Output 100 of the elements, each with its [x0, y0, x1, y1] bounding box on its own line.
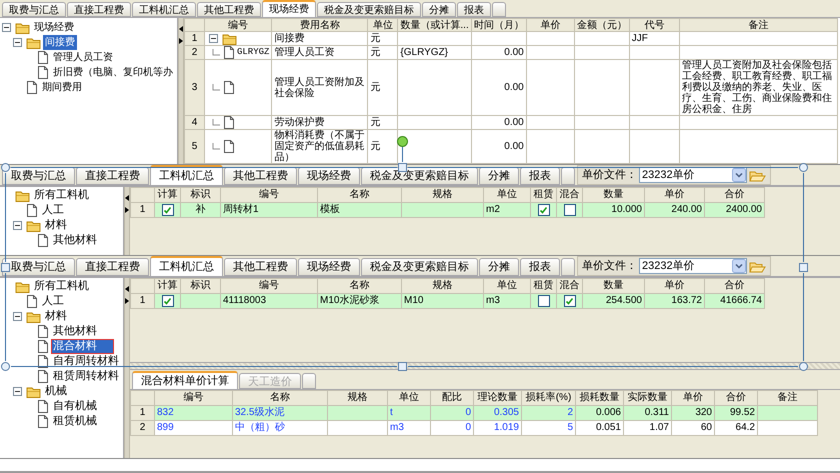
tree-item[interactable]: 折旧费（电脑、复印机等办 — [51, 65, 175, 80]
checkbox[interactable] — [564, 294, 576, 307]
column-header[interactable]: 规格 — [328, 390, 388, 406]
table-row[interactable]: 2 899 中（粗）砂 m3 0 1.019 5 0.051 1.07 60 64.2 — [130, 420, 818, 436]
resize-handle[interactable] — [398, 362, 407, 371]
arrow-left-icon[interactable] — [179, 26, 183, 32]
blank-tab[interactable] — [302, 373, 316, 389]
column-header[interactable]: 单位 — [484, 278, 530, 294]
arrow-right-icon[interactable] — [125, 298, 129, 304]
column-header[interactable]: 规格 — [402, 188, 484, 202]
tab[interactable]: 税金及变更索赔目标 — [361, 258, 478, 276]
checkbox[interactable] — [538, 294, 550, 307]
resize-handle[interactable] — [799, 263, 808, 272]
column-header[interactable]: 租赁 — [530, 188, 556, 202]
tree-item[interactable]: 现场经费 — [32, 20, 76, 35]
row-number[interactable]: 1 — [130, 202, 154, 218]
column-header[interactable]: 标识 — [180, 278, 220, 294]
caret-icon[interactable] — [732, 168, 746, 182]
tree-item[interactable]: 机械 — [43, 384, 69, 399]
column-header[interactable]: 规格 — [402, 278, 484, 294]
tab[interactable]: 报表 — [520, 167, 560, 185]
blank-tab[interactable] — [561, 167, 575, 185]
tab[interactable]: 工料机汇总 — [150, 256, 223, 276]
column-header[interactable]: 金额（元） — [574, 18, 630, 32]
resize-handle[interactable] — [1, 263, 10, 272]
column-header[interactable]: 备注 — [758, 390, 818, 406]
tab[interactable]: 取费与汇总 — [2, 2, 66, 17]
arrow-right-icon[interactable] — [179, 38, 183, 44]
row-number[interactable]: 5 — [184, 130, 204, 164]
row-number[interactable]: 1 — [130, 406, 154, 420]
table-row[interactable]: 1 832 32.5级水泥 t 0 0.305 2 0.006 0.311 320 99.52 — [130, 406, 818, 420]
collapse-toggle[interactable] — [13, 38, 22, 47]
row-number[interactable]: 2 — [130, 420, 154, 436]
column-header[interactable]: 合价 — [704, 188, 764, 202]
tree-item[interactable]: 租赁周转材料 — [51, 369, 121, 384]
row-number[interactable]: 1 — [184, 32, 204, 46]
column-header[interactable]: 备注 — [679, 18, 838, 32]
tab[interactable]: 现场经费 — [298, 258, 360, 276]
tree-item[interactable]: 混合材料 — [51, 339, 114, 354]
column-header[interactable]: 单价 — [644, 188, 704, 202]
collapse-toggle[interactable] — [13, 312, 22, 321]
checkbox[interactable] — [162, 204, 174, 216]
folder-open-icon[interactable] — [749, 168, 766, 182]
column-header[interactable]: 配比 — [430, 390, 474, 406]
checkbox[interactable] — [564, 204, 576, 216]
tab[interactable]: 现场经费 — [298, 167, 360, 185]
column-header[interactable]: 计算 — [154, 188, 180, 202]
column-header[interactable]: 数量 — [582, 278, 644, 294]
tab[interactable]: 报表 — [520, 258, 560, 276]
column-header[interactable]: 单位 — [484, 188, 530, 202]
arrow-right-icon[interactable] — [125, 207, 129, 213]
row-number[interactable]: 3 — [184, 60, 204, 116]
column-header[interactable]: 单价 — [672, 390, 714, 406]
table-row[interactable]: 1 补 周转材1 模板 m2 10.000 240.00 2400.00 — [130, 202, 764, 218]
checkbox[interactable] — [162, 294, 174, 307]
arrow-left-icon[interactable] — [125, 286, 129, 292]
tab[interactable]: 分摊 — [479, 258, 519, 276]
column-header[interactable]: 合价 — [714, 390, 758, 406]
column-header[interactable]: 单价 — [526, 18, 574, 32]
tree-item[interactable]: 材料 — [43, 309, 69, 324]
arrow-left-icon[interactable] — [125, 195, 129, 201]
tree-item[interactable]: 人工 — [40, 294, 66, 309]
tab[interactable]: 取费与汇总 — [2, 167, 75, 185]
checkbox[interactable] — [538, 204, 550, 216]
column-header[interactable]: 费用名称 — [272, 18, 368, 32]
tab[interactable]: 其他工程费 — [224, 167, 297, 185]
tree-item[interactable]: 其他材料 — [51, 233, 99, 248]
tree-item[interactable]: 所有工料机 — [32, 279, 91, 294]
column-header[interactable]: 代号 — [629, 18, 680, 32]
tab[interactable]: 工料机汇总 — [132, 2, 196, 17]
column-header[interactable]: 数量（或计算... — [398, 18, 472, 32]
price-file-dropdown[interactable]: 23232单价 — [639, 258, 747, 274]
column-header[interactable]: 编号 — [154, 390, 232, 406]
collapse-toggle[interactable] — [2, 23, 11, 32]
column-header[interactable]: 标识 — [180, 188, 220, 202]
table-row[interactable]: 5 物料消耗费（不属于固定资产的低值易耗品） 元 0.00 — [184, 130, 838, 164]
price-file-dropdown[interactable]: 23232单价 — [639, 167, 747, 183]
tree-item[interactable]: 其他材料 — [51, 324, 99, 339]
tab[interactable]: 报表 — [457, 2, 491, 17]
tab[interactable]: 分摊 — [479, 167, 519, 185]
tab[interactable]: 直接工程费 — [76, 258, 149, 276]
column-header[interactable]: 损耗率(%) — [522, 390, 576, 406]
tree-item[interactable]: 租赁机械 — [51, 414, 99, 429]
column-header[interactable]: 理论数量 — [474, 390, 522, 406]
collapse-toggle[interactable] — [209, 34, 218, 43]
rotation-handle-stem[interactable] — [402, 147, 403, 162]
column-header[interactable]: 混合 — [556, 188, 582, 202]
column-header[interactable]: 名称 — [232, 390, 328, 406]
folder-open-icon[interactable] — [749, 260, 766, 272]
column-header[interactable]: 数量 — [582, 188, 644, 202]
tab[interactable]: 取费与汇总 — [2, 258, 75, 276]
row-number[interactable]: 4 — [184, 116, 204, 130]
tree-item[interactable]: 所有工料机 — [32, 188, 91, 203]
collapse-toggle[interactable] — [13, 387, 22, 396]
tab[interactable]: 直接工程费 — [67, 2, 131, 17]
table-row[interactable]: 4 劳动保护费 元 0.00 — [184, 116, 838, 130]
collapse-toggle[interactable] — [13, 221, 22, 230]
column-header[interactable]: 租赁 — [530, 278, 556, 294]
row-number[interactable]: 1 — [130, 294, 154, 308]
column-header[interactable]: 时间（月） — [471, 18, 526, 32]
